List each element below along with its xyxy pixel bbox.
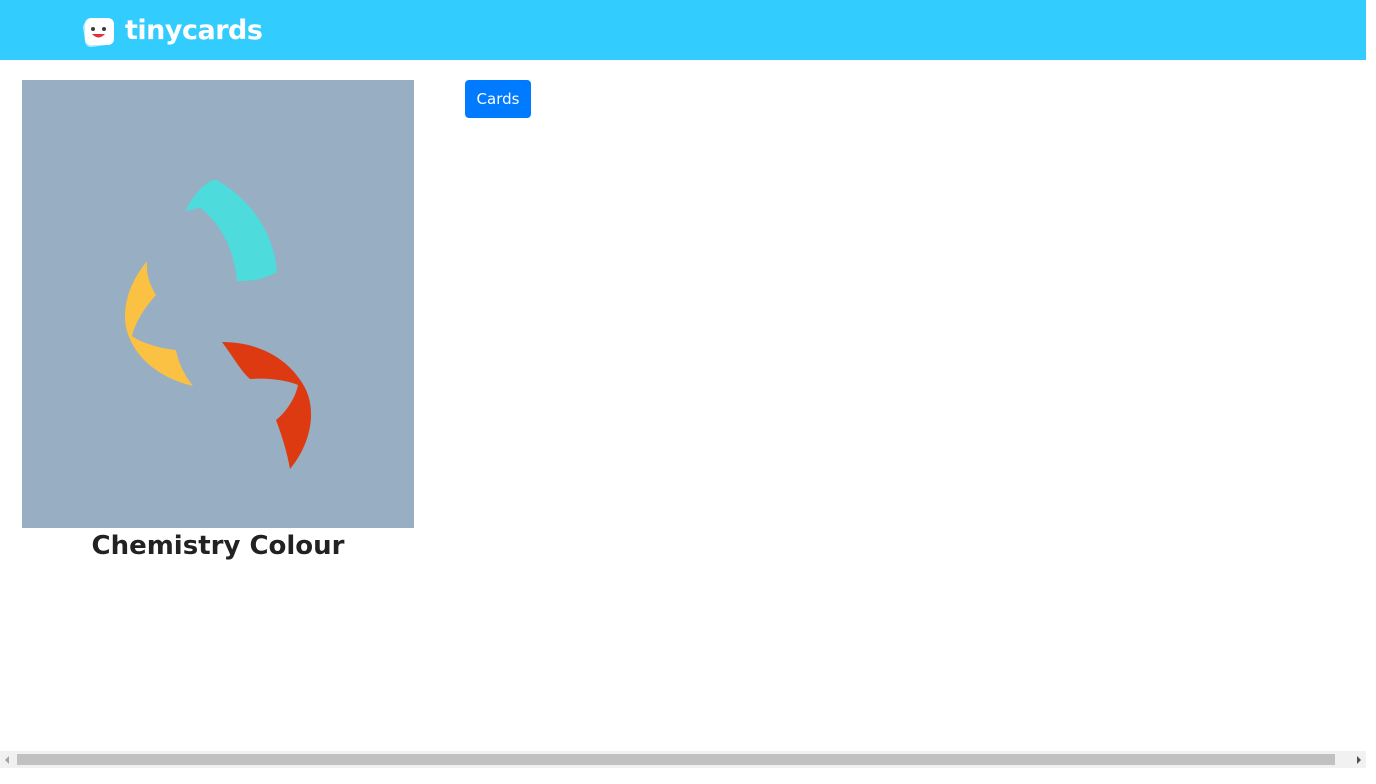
top-header-bar: tinycards: [0, 0, 1366, 60]
scrollbar-thumb[interactable]: [17, 754, 1335, 765]
scroll-right-arrow-icon[interactable]: [1349, 751, 1366, 768]
cards-button[interactable]: Cards: [465, 80, 531, 118]
brand-logo-link[interactable]: tinycards: [82, 15, 263, 49]
tinycards-face-logo-icon: [82, 16, 116, 48]
deck-cover-image: [22, 80, 414, 528]
deck-title: Chemistry Colour: [91, 531, 345, 561]
scroll-left-arrow-icon[interactable]: [0, 751, 17, 768]
page-bottom-area: [0, 768, 1376, 784]
chemistry-arcs-icon: [124, 179, 312, 469]
horizontal-scrollbar[interactable]: [0, 751, 1366, 768]
brand-name: tinycards: [125, 15, 263, 46]
